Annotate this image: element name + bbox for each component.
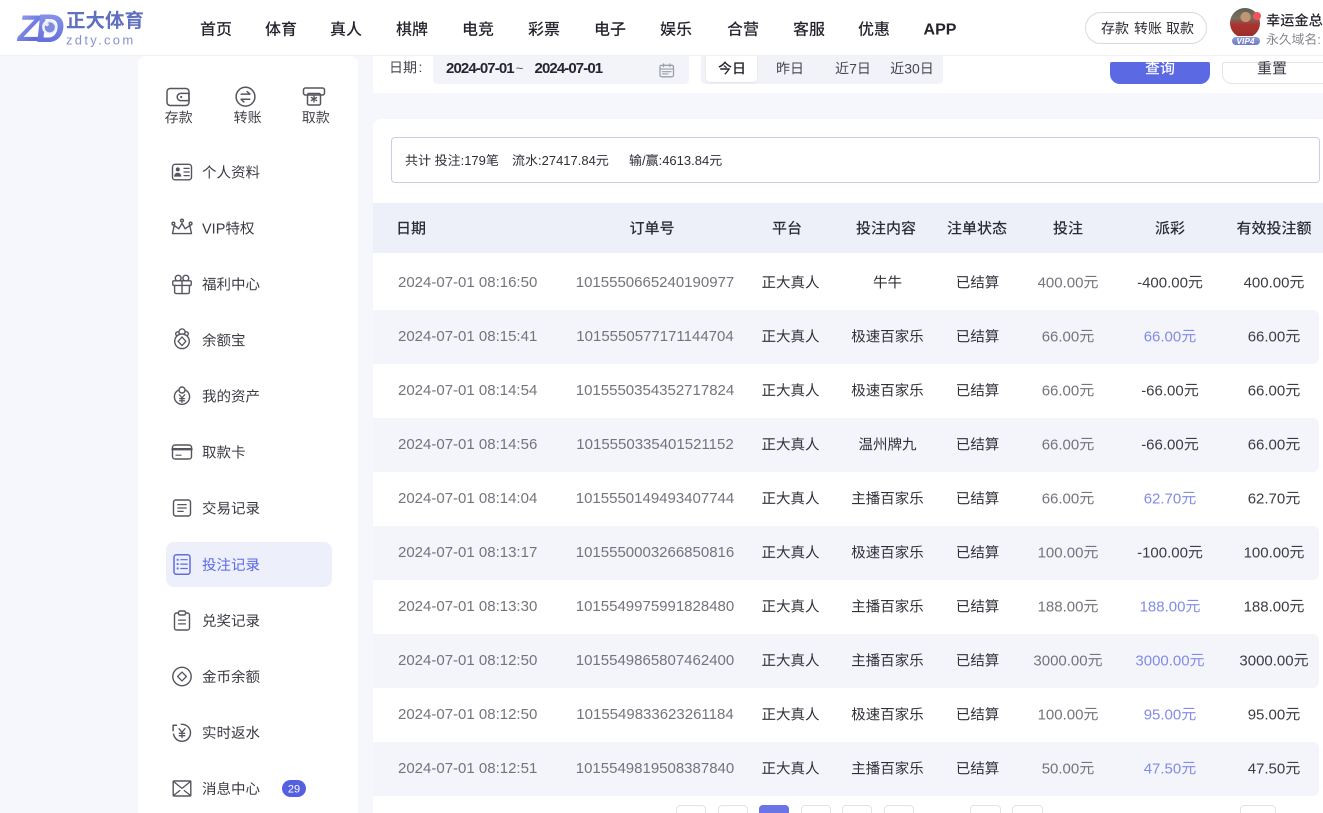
svg-text:100.00: 100.00 <box>1038 706 1084 723</box>
svg-text:/: / <box>642 153 646 168</box>
svg-text:100.00: 100.00 <box>1244 544 1290 561</box>
svg-text:62.70: 62.70 <box>1248 490 1286 507</box>
svg-text:VIP4: VIP4 <box>1237 37 1255 46</box>
svg-text:2024-07-01 08:14:54: 2024-07-01 08:14:54 <box>398 382 537 399</box>
svg-text:3000.00: 3000.00 <box>1239 652 1293 669</box>
svg-text:66.00: 66.00 <box>1042 436 1080 453</box>
svg-text:1015550149493407744: 1015550149493407744 <box>576 490 735 507</box>
svg-text:1015550665240190977: 1015550665240190977 <box>576 274 735 291</box>
svg-text:2024-07-01 08:13:30: 2024-07-01 08:13:30 <box>398 598 537 615</box>
svg-text:95.00: 95.00 <box>1144 706 1182 723</box>
svg-text:VIP: VIP <box>202 221 225 237</box>
svg-text:400.00: 400.00 <box>1244 274 1290 291</box>
svg-text:1015549975991828480: 1015549975991828480 <box>576 598 735 615</box>
svg-text:95.00: 95.00 <box>1248 706 1286 723</box>
svg-text:2024-07-01 08:16:50: 2024-07-01 08:16:50 <box>398 274 537 291</box>
svg-text:2024-07-01 08:12:51: 2024-07-01 08:12:51 <box>398 760 537 777</box>
svg-text:66.00: 66.00 <box>1144 328 1182 345</box>
svg-text:100.00: 100.00 <box>1038 544 1084 561</box>
svg-text:APP: APP <box>924 22 957 39</box>
svg-text:1015549833623261184: 1015549833623261184 <box>576 706 733 723</box>
svg-text:29: 29 <box>288 783 300 795</box>
svg-text::: : <box>419 59 423 75</box>
svg-text:2024-07-01 08:12:50: 2024-07-01 08:12:50 <box>398 706 537 723</box>
svg-text:66.00: 66.00 <box>1042 382 1080 399</box>
svg-text:2024-07-01: 2024-07-01 <box>535 60 603 77</box>
svg-text:-100.00: -100.00 <box>1137 544 1188 561</box>
svg-text:30: 30 <box>904 60 920 76</box>
svg-text:50.00: 50.00 <box>1042 760 1080 777</box>
svg-text:66.00: 66.00 <box>1248 436 1286 453</box>
svg-text:2024-07-01: 2024-07-01 <box>446 60 514 77</box>
svg-text:3000.00: 3000.00 <box>1033 652 1087 669</box>
svg-text:-66.00: -66.00 <box>1141 382 1184 399</box>
svg-text:188.00: 188.00 <box>1140 598 1186 615</box>
svg-text:2024-07-01 08:15:41: 2024-07-01 08:15:41 <box>398 328 537 345</box>
svg-text:-66.00: -66.00 <box>1141 436 1184 453</box>
svg-text:2024-07-01 08:14:04: 2024-07-01 08:14:04 <box>398 490 537 507</box>
svg-text:66.00: 66.00 <box>1248 382 1286 399</box>
svg-text:47.50: 47.50 <box>1144 760 1182 777</box>
svg-text:66.00: 66.00 <box>1042 490 1080 507</box>
svg-text:: zdty.com: : zdty.com <box>1317 32 1323 47</box>
svg-text:1015550577171144704: 1015550577171144704 <box>576 328 733 345</box>
svg-text:66.00: 66.00 <box>1248 328 1286 345</box>
svg-text:1015549865807462400: 1015549865807462400 <box>576 652 735 669</box>
svg-text:2024-07-01 08:12:50: 2024-07-01 08:12:50 <box>398 652 537 669</box>
svg-text:3000.00: 3000.00 <box>1135 652 1189 669</box>
svg-text:7: 7 <box>849 60 857 76</box>
svg-text:47.50: 47.50 <box>1248 760 1286 777</box>
svg-text:2024-07-01 08:13:17: 2024-07-01 08:13:17 <box>398 544 537 561</box>
svg-text:zdty.com: zdty.com <box>66 33 135 48</box>
svg-text:1015550354352717824: 1015550354352717824 <box>576 382 735 399</box>
svg-text::4613.84: :4613.84 <box>659 153 710 168</box>
svg-text:62.70: 62.70 <box>1144 490 1182 507</box>
svg-text:~: ~ <box>516 61 524 76</box>
svg-text:1015550003266850816: 1015550003266850816 <box>576 544 735 561</box>
svg-text:66.00: 66.00 <box>1042 328 1080 345</box>
svg-text:-400.00: -400.00 <box>1137 274 1188 291</box>
svg-text:188.00: 188.00 <box>1244 598 1290 615</box>
svg-text::27417.84: :27417.84 <box>538 153 596 168</box>
svg-text:400.00: 400.00 <box>1038 274 1084 291</box>
svg-text:2024-07-01 08:14:56: 2024-07-01 08:14:56 <box>398 436 537 453</box>
svg-text:1015549819508387840: 1015549819508387840 <box>576 760 735 777</box>
svg-text:1015550335401521152: 1015550335401521152 <box>576 436 733 453</box>
svg-text::179: :179 <box>461 153 486 168</box>
svg-text:188.00: 188.00 <box>1038 598 1084 615</box>
